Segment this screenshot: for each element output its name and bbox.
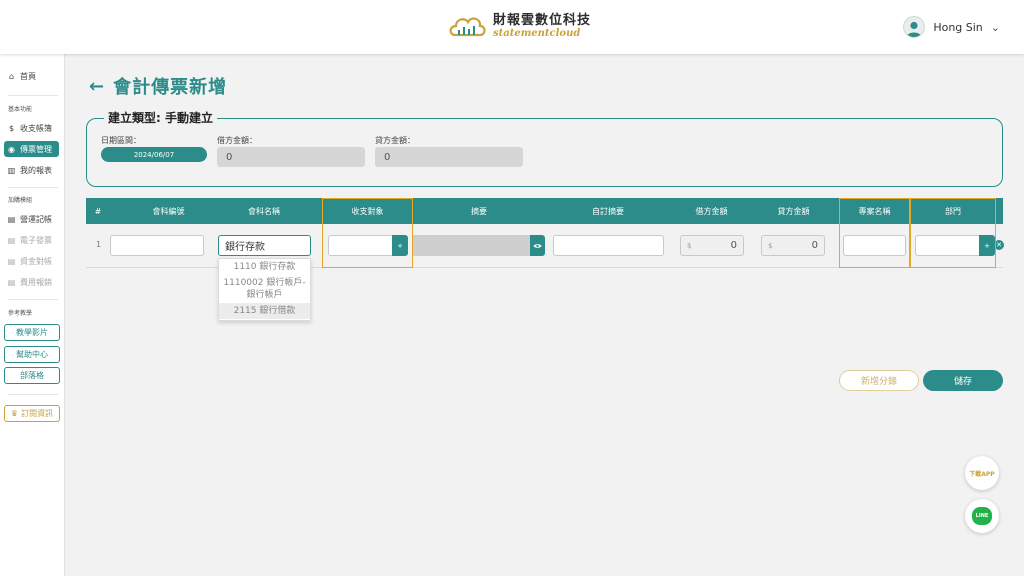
- logo-chinese-text: 財報雲數位科技: [493, 12, 592, 28]
- brand-logo[interactable]: 財報雲數位科技 statementcloud: [447, 10, 591, 42]
- sidebar-item-home[interactable]: ⌂ 首頁: [4, 68, 36, 84]
- line-icon: LINE: [972, 507, 992, 525]
- debit-amount-value: 0: [730, 240, 737, 251]
- line-chat-button[interactable]: LINE: [965, 499, 999, 533]
- eye-icon: [533, 243, 542, 248]
- sidebar-section-reference: 參考教學: [8, 310, 33, 317]
- debit-amount-input[interactable]: $ 0: [680, 235, 744, 256]
- page-title-text: 會計傳票新增: [113, 77, 228, 98]
- credit-amount-value: 0: [811, 240, 818, 251]
- user-menu[interactable]: Hong Sin ⌄: [903, 16, 1000, 38]
- sidebar-item-label: 電子發票: [20, 235, 52, 245]
- account-name-input[interactable]: 銀行存款: [218, 235, 311, 256]
- credit-amount-input[interactable]: $ 0: [761, 235, 825, 256]
- top-bar: 財報雲數位科技 statementcloud Hong Sin ⌄: [0, 0, 1024, 54]
- column-header-custom-summary: 自訂摘要: [592, 206, 624, 216]
- help-center-button[interactable]: 幫助中心: [4, 346, 60, 363]
- highlight-department-column: [910, 198, 996, 268]
- reconcile-icon: ▤: [7, 256, 16, 266]
- column-header-account-name: 會科名稱: [248, 206, 280, 216]
- sidebar-item-expense[interactable]: ▤ 費用報銷: [4, 274, 52, 290]
- chevron-down-icon: ⌄: [990, 20, 1000, 34]
- blog-button[interactable]: 部落格: [4, 367, 60, 384]
- account-suggestion-dropdown: 1110 銀行存款 1110002 銀行帳戶-銀行帳戶 2115 銀行借款: [218, 258, 311, 321]
- save-button[interactable]: 儲存: [923, 370, 1003, 391]
- sidebar-section-basic: 基本功能: [8, 106, 33, 113]
- sidebar-item-label: 傳票管理: [20, 144, 52, 154]
- logo-english-text: statementcloud: [493, 27, 581, 39]
- currency-symbol: $: [768, 241, 773, 250]
- currency-symbol: $: [687, 241, 692, 250]
- creation-type-legend: 建立類型: 手動建立: [104, 109, 217, 126]
- column-header-debit: 借方金額: [695, 206, 728, 216]
- custom-summary-input[interactable]: [553, 235, 664, 256]
- sidebar-item-reconcile[interactable]: ▤ 資金對帳: [4, 253, 52, 269]
- tutorial-videos-button[interactable]: 教學影片: [4, 324, 60, 341]
- sidebar-item-voucher[interactable]: ◉ 傳票管理: [4, 141, 59, 157]
- subscription-button[interactable]: ♛ 訂閱資訊: [4, 405, 60, 422]
- column-header-summary: 摘要: [471, 206, 487, 216]
- user-avatar-icon: [903, 16, 926, 38]
- column-header-account-code: 會科編號: [152, 206, 185, 216]
- cloud-logo-icon: [449, 17, 486, 37]
- gift-icon: ♛: [10, 409, 19, 418]
- debit-total-label: 借方金額：: [217, 136, 257, 145]
- credit-total-field: 0: [375, 147, 523, 167]
- sidebar-item-label: 資金對帳: [20, 256, 52, 266]
- summary-field: [413, 235, 531, 256]
- divider: [8, 394, 58, 395]
- view-summary-button[interactable]: [530, 235, 545, 256]
- highlight-counterparty-column: [322, 198, 413, 268]
- dropdown-option[interactable]: 1110 銀行存款: [219, 259, 310, 275]
- sidebar-item-label: 我的報表: [20, 165, 52, 175]
- column-header-credit: 貸方金額: [777, 206, 810, 216]
- report-icon: ▥: [7, 165, 16, 175]
- divider: [8, 95, 58, 96]
- dropdown-option[interactable]: 1110002 銀行帳戶-銀行帳戶: [219, 275, 310, 303]
- user-name: Hong Sin: [933, 20, 983, 34]
- ledger-icon: $: [8, 123, 15, 133]
- sidebar-item-label: 費用報銷: [20, 277, 52, 287]
- debit-total-field: 0: [217, 147, 365, 167]
- date-range-picker[interactable]: 2024/06/07: [101, 147, 207, 162]
- expense-icon: ▤: [7, 277, 16, 287]
- credit-total-label: 貸方金額：: [375, 136, 415, 145]
- sidebar-section-plugins: 加購模組: [8, 197, 33, 204]
- invoice-icon: ▤: [7, 235, 16, 245]
- voucher-icon: ◉: [8, 144, 15, 154]
- sidebar-item-report[interactable]: ▥ 我的報表: [4, 162, 52, 178]
- sidebar-item-ledger[interactable]: $ 收支帳簿: [4, 120, 52, 136]
- home-icon: ⌂: [8, 71, 15, 81]
- account-code-input[interactable]: [110, 235, 204, 256]
- add-entry-button[interactable]: 新增分錄: [839, 370, 919, 391]
- dropdown-option[interactable]: 2115 銀行借款: [219, 303, 310, 319]
- sidebar-item-label: 首頁: [20, 71, 36, 81]
- bookkeeping-icon: ▤: [7, 214, 16, 224]
- sidebar-item-bookkeeping[interactable]: ▤ 營運記帳: [4, 211, 52, 227]
- column-header-index: #: [94, 206, 102, 216]
- sidebar: ⌂ 首頁 基本功能 $ 收支帳簿 ◉ 傳票管理 ▥ 我的報表 加購模組 ▤ 營運…: [0, 54, 65, 576]
- download-app-button[interactable]: 下載APP: [965, 456, 999, 490]
- divider: [8, 187, 58, 188]
- sidebar-item-invoice[interactable]: ▤ 電子發票: [4, 232, 52, 248]
- page-title: ← 會計傳票新增: [89, 73, 227, 99]
- subscription-label: 訂閱資訊: [21, 409, 54, 418]
- date-range-label: 日期區間：: [101, 136, 141, 145]
- highlight-project-column: [839, 198, 910, 268]
- row-number: 1: [96, 240, 102, 249]
- sidebar-item-label: 收支帳簿: [20, 123, 52, 133]
- sidebar-item-label: 營運記帳: [20, 214, 52, 224]
- divider: [8, 299, 58, 300]
- back-arrow-icon[interactable]: ←: [89, 76, 105, 97]
